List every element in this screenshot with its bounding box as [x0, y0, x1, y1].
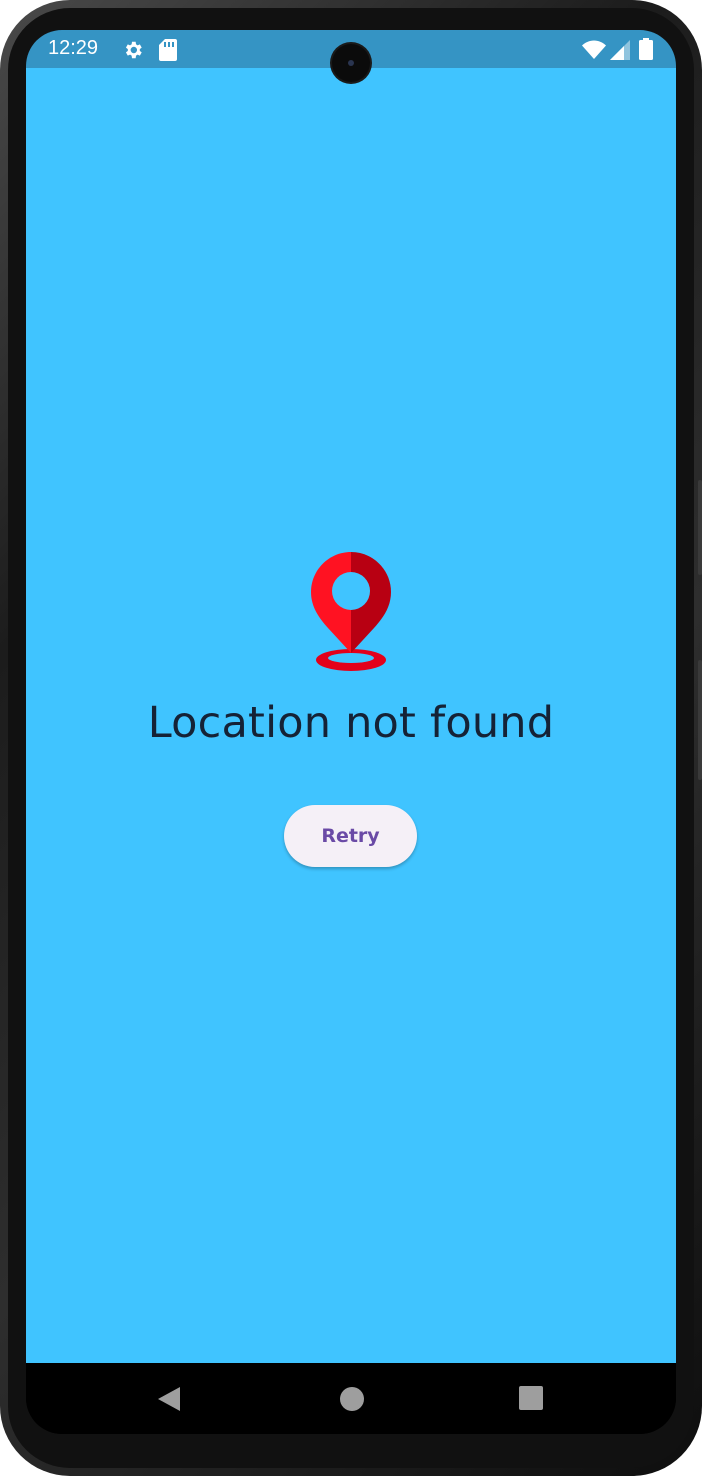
retry-button[interactable]: Retry [284, 805, 417, 867]
sd-card-icon [159, 39, 177, 65]
signal-icon [610, 40, 630, 64]
volume-button [698, 480, 702, 575]
location-not-found-message: Location not found [147, 698, 555, 748]
front-camera [332, 44, 370, 82]
back-icon[interactable] [156, 1385, 182, 1417]
navigation-bar [26, 1363, 676, 1434]
power-button [698, 660, 702, 780]
location-pin-icon [311, 552, 391, 671]
screen: 12:29 Location not found Retry [26, 30, 676, 1434]
gear-icon [122, 39, 144, 65]
home-icon[interactable] [338, 1385, 366, 1417]
status-time: 12:29 [48, 37, 99, 59]
main-content: Location not found Retry [26, 68, 676, 1363]
battery-icon [639, 38, 653, 64]
wifi-icon [582, 40, 606, 64]
recents-icon[interactable] [518, 1385, 544, 1415]
phone-frame: 12:29 Location not found Retry [0, 0, 702, 1476]
